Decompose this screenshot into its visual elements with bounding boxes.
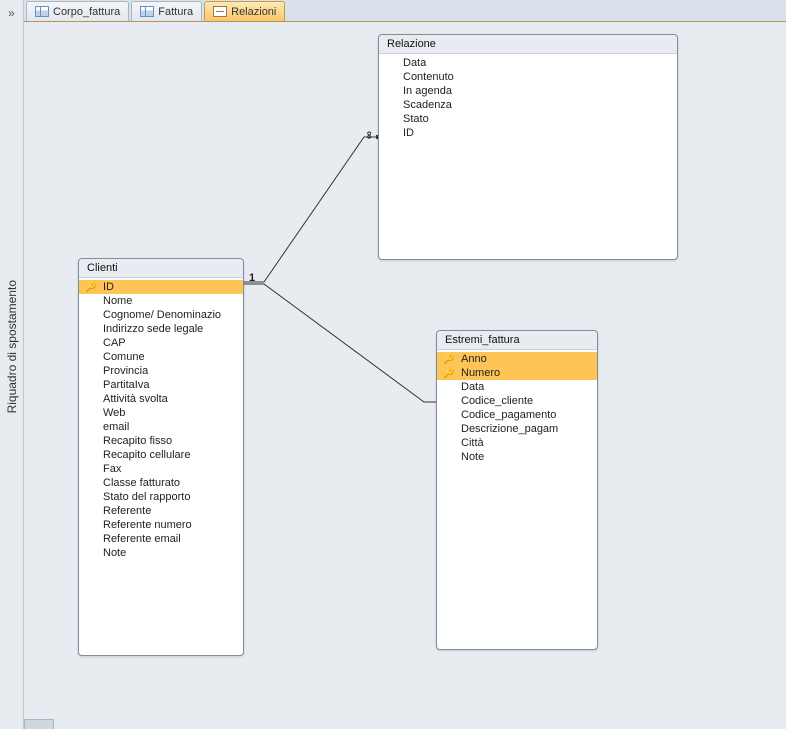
field-name: Fax (97, 463, 121, 475)
field-name: Referente numero (97, 519, 192, 531)
field-name: Data (455, 381, 484, 393)
key-icon: 🔑 (443, 368, 455, 379)
field-row[interactable]: 🔑Numero (437, 366, 597, 380)
field-row[interactable]: Recapito fisso (79, 434, 243, 448)
field-row[interactable]: Fax (79, 462, 243, 476)
field-name: Indirizzo sede legale (97, 323, 203, 335)
field-name: Recapito fisso (97, 435, 172, 447)
table-icon (140, 6, 154, 17)
document-tab-bar: Corpo_fattura Fattura Relazioni (24, 0, 786, 22)
field-row[interactable]: Referente numero (79, 518, 243, 532)
navigation-pane-label: Riquadro di spostamento (5, 280, 19, 413)
table-title: Clienti (79, 259, 243, 278)
field-name: Codice_cliente (455, 395, 533, 407)
field-name: CAP (97, 337, 126, 349)
field-row[interactable]: Attività svolta (79, 392, 243, 406)
field-row[interactable]: ID (379, 126, 677, 140)
table-relazione[interactable]: Relazione Data Contenuto In agenda Scadenza… (378, 34, 678, 260)
field-row[interactable]: Stato (379, 112, 677, 126)
field-name: Città (455, 437, 484, 449)
table-icon (35, 6, 49, 17)
bottom-handle (24, 719, 54, 729)
field-name: Codice_pagamento (455, 409, 556, 421)
key-icon: 🔑 (443, 354, 455, 365)
field-row[interactable]: Città (437, 436, 597, 450)
field-name: Recapito cellulare (97, 449, 190, 461)
field-name: Attività svolta (97, 393, 168, 405)
field-row[interactable]: Web (79, 406, 243, 420)
expand-chevron-icon[interactable]: » (8, 6, 15, 20)
field-row[interactable]: Scadenza (379, 98, 677, 112)
field-list: 🔑IDNomeCognome/ DenominazioIndirizzo sed… (79, 278, 243, 562)
field-row[interactable]: Cognome/ Denominazio (79, 308, 243, 322)
field-row[interactable]: 🔑ID (79, 280, 243, 294)
field-row[interactable]: Note (437, 450, 597, 464)
field-name: Note (455, 451, 484, 463)
field-name: Comune (97, 351, 145, 363)
field-row[interactable]: CAP (79, 336, 243, 350)
field-row[interactable]: Referente email (79, 532, 243, 546)
field-list: Data Contenuto In agenda Scadenza Stato ID (379, 54, 677, 142)
table-clienti[interactable]: Clienti 🔑IDNomeCognome/ DenominazioIndir… (78, 258, 244, 656)
field-row[interactable]: Descrizione_pagam (437, 422, 597, 436)
field-row[interactable]: Provincia (79, 364, 243, 378)
field-name: Data (397, 57, 426, 69)
field-row[interactable]: Nome (79, 294, 243, 308)
field-row[interactable]: Stato del rapporto (79, 490, 243, 504)
field-name: Descrizione_pagam (455, 423, 558, 435)
field-name: email (97, 421, 129, 433)
field-row[interactable]: Recapito cellulare (79, 448, 243, 462)
field-name: PartitaIva (97, 379, 149, 391)
field-name: ID (97, 281, 114, 293)
field-row[interactable]: Note (79, 546, 243, 560)
field-name: Referente (97, 505, 151, 517)
field-name: Note (97, 547, 126, 559)
field-name: ID (397, 127, 414, 139)
field-name: Cognome/ Denominazio (97, 309, 221, 321)
field-row[interactable]: Comune (79, 350, 243, 364)
field-name: Numero (455, 367, 500, 379)
field-name: In agenda (397, 85, 452, 97)
relationships-canvas[interactable]: 1 ∞ Relazione Data Contenuto In agenda Scad… (24, 22, 786, 729)
field-name: Classe fatturato (97, 477, 180, 489)
field-name: Nome (97, 295, 132, 307)
tab-relazioni[interactable]: Relazioni (204, 1, 285, 21)
field-name: Provincia (97, 365, 148, 377)
field-row[interactable]: Indirizzo sede legale (79, 322, 243, 336)
field-row[interactable]: Codice_pagamento (437, 408, 597, 422)
field-row[interactable]: Codice_cliente (437, 394, 597, 408)
tab-label: Relazioni (231, 6, 276, 18)
tab-fattura[interactable]: Fattura (131, 1, 202, 21)
field-list: 🔑Anno🔑NumeroDataCodice_clienteCodice_pag… (437, 350, 597, 466)
field-row[interactable]: 🔑Anno (437, 352, 597, 366)
field-row[interactable]: email (79, 420, 243, 434)
field-name: Web (97, 407, 125, 419)
field-name: Contenuto (397, 71, 454, 83)
field-name: Referente email (97, 533, 181, 545)
field-row[interactable]: Referente (79, 504, 243, 518)
field-name: Anno (455, 353, 487, 365)
field-row[interactable]: In agenda (379, 84, 677, 98)
field-row[interactable]: PartitaIva (79, 378, 243, 392)
field-name: Stato del rapporto (97, 491, 190, 503)
tab-corpo-fattura[interactable]: Corpo_fattura (26, 1, 129, 21)
field-name: Scadenza (397, 99, 452, 111)
field-row[interactable]: Data (379, 56, 677, 70)
field-row[interactable]: Contenuto (379, 70, 677, 84)
table-title: Relazione (379, 35, 677, 54)
relationship-cardinality-one: 1 (249, 272, 255, 284)
tab-label: Corpo_fattura (53, 6, 120, 18)
field-name: Stato (397, 113, 429, 125)
field-row[interactable]: Classe fatturato (79, 476, 243, 490)
key-icon: 🔑 (85, 282, 97, 293)
table-estremi-fattura[interactable]: Estremi_fattura 🔑Anno🔑NumeroDataCodice_c… (436, 330, 598, 650)
field-row[interactable]: Data (437, 380, 597, 394)
relationship-cardinality-many: ∞ (363, 131, 375, 139)
navigation-pane-collapsed[interactable]: » Riquadro di spostamento (0, 0, 24, 729)
relationships-icon (213, 6, 227, 17)
tab-label: Fattura (158, 6, 193, 18)
table-title: Estremi_fattura (437, 331, 597, 350)
